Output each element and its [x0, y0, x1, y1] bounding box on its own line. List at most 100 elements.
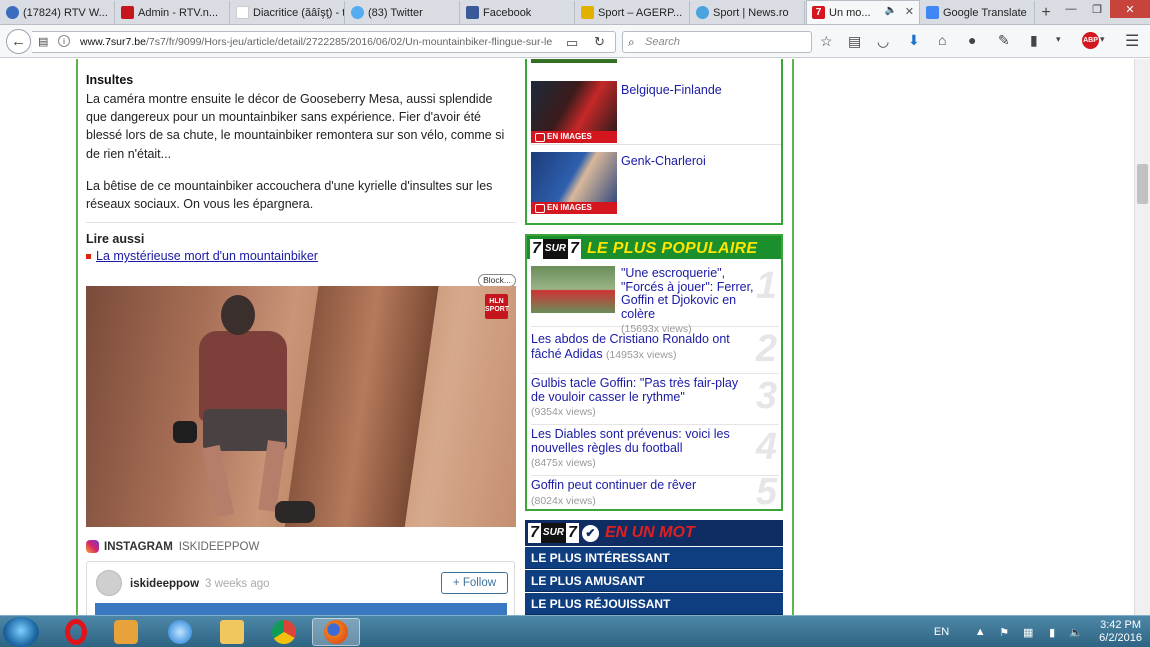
en-un-mot-title: EN UN MOT [604, 524, 695, 541]
popular-item[interactable]: Les Diables sont prévenus: voici les nou… [531, 426, 779, 476]
clock[interactable]: 3:42 PM 6/2/2016 [1099, 619, 1142, 645]
tab-news-ro[interactable]: Sport | News.ro [691, 1, 805, 24]
tab-rtv-w[interactable]: (17824) RTV W... [1, 1, 115, 24]
dropdown-icon[interactable]: ▾ [1056, 34, 1061, 45]
display-icon[interactable]: ▦ [1021, 626, 1035, 639]
mot-item-amusant[interactable]: LE PLUS AMUSANT [525, 570, 783, 592]
7sur7-logo: 7 SUR 7 [528, 523, 579, 543]
tab-twitter[interactable]: (83) Twitter [346, 1, 460, 24]
taskbar-chrome[interactable] [260, 618, 308, 646]
url-bar[interactable]: ▤ i www.7sur7.be/7s7/fr/9099/Hors-jeu/ar… [32, 31, 616, 53]
back-button[interactable]: ← [6, 29, 31, 54]
gallery-item-belgique-finlande[interactable]: EN IMAGES Belgique-Finlande [531, 81, 781, 147]
show-hidden-icons-icon[interactable]: ▲ [973, 626, 987, 638]
extension-icon[interactable]: ✎ [998, 32, 1010, 49]
popular-rank: 4 [755, 426, 777, 468]
popular-item-title[interactable]: Les Diables sont prévenus: voici les nou… [531, 427, 753, 455]
mot-item-interessant[interactable]: LE PLUS INTÉRESSANT [525, 547, 783, 569]
scrollbar-thumb[interactable] [1137, 164, 1148, 204]
reading-list-icon[interactable]: ▤ [848, 33, 861, 50]
right-green-border [792, 59, 794, 615]
gallery-item-genk-charleroi[interactable]: EN IMAGES Genk-Charleroi [531, 152, 781, 218]
gallery-title[interactable]: Belgique-Finlande [621, 83, 722, 97]
instagram-user: ISKIDEEPPOW [178, 540, 260, 553]
minimize-icon[interactable]: — [1058, 0, 1084, 18]
menu-icon[interactable]: ☰ [1125, 31, 1139, 51]
popular-item-views: (8024x views) [531, 494, 596, 507]
chat-icon[interactable]: ● [968, 32, 976, 48]
system-tray: EN ▲ ⚑ ▦ ▮ 🔈 3:42 PM 6/2/2016 [934, 619, 1142, 645]
clipboard-icon[interactable]: ▮ [1030, 32, 1038, 49]
gallery-title[interactable]: Genk-Charleroi [621, 154, 706, 168]
popular-item[interactable]: Gulbis tacle Goffin: "Pas très fair-play… [531, 375, 779, 425]
tab-un-mountainbiker[interactable]: 7 Un mo... 🔈 ✕ [806, 0, 920, 24]
network-icon[interactable]: ▮ [1045, 626, 1059, 639]
gallery-thumbnail [531, 59, 617, 63]
follow-button[interactable]: + Follow [441, 572, 508, 594]
mot-item-rejouissant[interactable]: LE PLUS RÉJOUISSANT [525, 593, 783, 615]
mountainbiker-figure [173, 291, 331, 527]
maximize-icon[interactable]: ❐ [1084, 0, 1110, 18]
close-tab-icon[interactable]: ✕ [905, 5, 914, 18]
popular-thumbnail [531, 266, 615, 313]
tab-admin-rtv[interactable]: Admin - RTV.n... [116, 1, 230, 24]
start-button[interactable] [3, 617, 39, 647]
volume-icon[interactable]: 🔈 [1069, 626, 1083, 639]
popular-item[interactable]: Goffin peut continuer de rêver (8024x vi… [531, 471, 779, 513]
popular-item-text: Les Diables sont prévenus: voici les nou… [531, 427, 753, 469]
popular-item[interactable]: "Une escroquerie", "Forcés à jouer": Fer… [531, 265, 779, 335]
tab-agerpres[interactable]: Sport – AGERP... [576, 1, 690, 24]
taskbar-file-explorer[interactable] [208, 618, 256, 646]
insultes-heading: Insultes [86, 73, 134, 87]
facebook-icon [466, 6, 479, 19]
avatar[interactable] [96, 570, 122, 596]
flag-icon[interactable]: ⚑ [997, 626, 1011, 639]
clock-date: 6/2/2016 [1099, 632, 1142, 644]
tab-facebook[interactable]: Facebook [461, 1, 575, 24]
taskbar-internet-explorer[interactable] [156, 618, 204, 646]
left-green-border [76, 59, 78, 615]
separator [531, 144, 781, 145]
instagram-username[interactable]: iskideeppow [130, 578, 199, 590]
new-tab-button[interactable]: + [1035, 1, 1057, 24]
popular-item-title[interactable]: "Une escroquerie", "Forcés à jouer": Fer… [621, 266, 759, 321]
popular-rank: 2 [755, 328, 777, 370]
search-icon: ⌕ [628, 35, 635, 49]
windows-taskbar: EN ▲ ⚑ ▦ ▮ 🔈 3:42 PM 6/2/2016 [0, 615, 1150, 647]
language-indicator[interactable]: EN [934, 626, 949, 638]
page-scrollbar[interactable] [1134, 59, 1150, 615]
popular-item-views: (9354x views) [531, 406, 596, 418]
reader-view-icon[interactable]: ▭ [566, 35, 578, 51]
search-input[interactable]: ⌕ Search [622, 31, 812, 53]
taskbar-firefox[interactable] [312, 618, 360, 646]
chrome-icon [272, 620, 296, 644]
taskbar-opera[interactable] [52, 618, 100, 646]
tab-google-translate[interactable]: Google Translate [921, 1, 1035, 24]
popular-item-title[interactable]: Gulbis tacle Goffin: "Pas très fair-play… [531, 376, 753, 404]
instagram-post-image[interactable] [95, 603, 507, 615]
popular-rank: 1 [755, 265, 777, 307]
shirt [199, 331, 287, 421]
video-player[interactable]: HLN SPORT [86, 286, 516, 527]
tab-diacritice[interactable]: Diacritice (ăâîşţ) - t... [231, 1, 345, 24]
lire-aussi-heading: Lire aussi [86, 232, 145, 246]
hln-sport-badge: HLN SPORT [485, 294, 509, 319]
related-article-link[interactable]: La mystérieuse mort d'un mountainbiker [86, 249, 318, 263]
media-player-icon [114, 620, 138, 644]
instagram-icon [86, 540, 99, 553]
close-window-icon[interactable]: ✕ [1110, 0, 1150, 18]
taskbar-media-player[interactable] [102, 618, 150, 646]
folder-icon [220, 620, 244, 644]
adblock-icon[interactable]: ABP [1082, 32, 1099, 49]
gallery-item-top[interactable] [531, 59, 781, 63]
popular-item[interactable]: Les abdos de Cristiano Ronaldo ont fâché… [531, 328, 779, 374]
info-icon[interactable]: i [58, 35, 70, 47]
pocket-icon[interactable]: ◡ [877, 33, 889, 50]
home-icon[interactable]: ⌂ [938, 32, 946, 48]
speaker-icon[interactable]: 🔈 [885, 5, 897, 16]
adblock-dropdown-icon[interactable]: ▾ [1100, 34, 1105, 45]
popular-item-title[interactable]: Goffin peut continuer de rêver [531, 478, 753, 493]
reload-icon[interactable]: ↻ [594, 34, 605, 50]
download-icon[interactable]: ⬇ [908, 32, 920, 49]
bookmark-star-icon[interactable]: ☆ [820, 33, 833, 50]
